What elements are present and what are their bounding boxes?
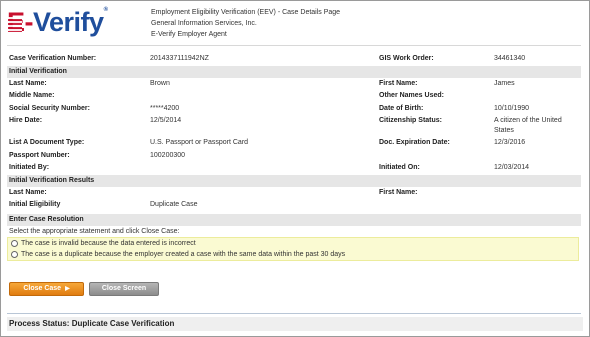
initiated-row: Initiated By: Initiated On: 12/03/2014 <box>7 162 581 175</box>
doc-expiration-value: 12/3/2016 <box>494 139 526 146</box>
first-name-value: James <box>494 79 515 87</box>
results-last-name-label: Last Name: <box>9 188 47 196</box>
dob-label: Date of Birth: <box>379 104 424 112</box>
case-number-value: 2014337111942NZ <box>150 55 209 62</box>
initial-eligibility-value: Duplicate Case <box>150 201 198 208</box>
citizenship-label: Citizenship Status: <box>379 117 443 124</box>
page-title: Employment Eligibility Verification (EEV… <box>151 9 341 16</box>
radio-button[interactable] <box>11 250 18 258</box>
resolution-options: The case is invalid because the data ent… <box>7 236 579 261</box>
close-case-button[interactable]: Close Case ▶ <box>9 282 84 296</box>
initial-verification-header: Initial Verification <box>7 65 581 78</box>
list-a-row: List A Document Type: U.S. Passport or P… <box>7 137 581 150</box>
header-info: Employment Eligibility Verification (EEV… <box>151 7 340 40</box>
ssn-row: Social Security Number: *****4200 Date o… <box>7 103 581 116</box>
resolution-instruction: Select the appropriate statement and cli… <box>9 227 180 235</box>
hire-date-value: 12/5/2014 <box>150 117 182 124</box>
process-status: Process Status: Duplicate Case Verificat… <box>7 317 583 331</box>
last-name-value: Brown <box>150 79 170 87</box>
option-label: The case is a duplicate because the empl… <box>21 250 346 258</box>
middle-name-row: Middle Name: Other Names Used: <box>7 90 581 103</box>
middle-name-label: Middle Name: <box>9 92 55 99</box>
ssn-value: *****4200 <box>150 104 180 112</box>
footer-divider <box>7 313 581 314</box>
citizenship-value-line2: States <box>494 127 514 134</box>
other-names-label: Other Names Used: <box>379 92 444 99</box>
list-a-value: U.S. Passport or Passport Card <box>150 139 249 146</box>
last-name-label: Last Name: <box>9 79 47 87</box>
e-verify-logo: E-Verify® <box>7 5 108 39</box>
gis-work-order-value: 34461340 <box>494 55 526 62</box>
passport-number-label: Passport Number: <box>9 151 70 159</box>
eligibility-row: Initial Eligibility Duplicate Case <box>7 199 581 212</box>
header-divider <box>7 45 581 46</box>
case-details: Case Verification Number: 2014337111942N… <box>7 53 581 261</box>
results-first-name-label: First Name: <box>379 188 418 196</box>
case-resolution-header: Enter Case Resolution <box>7 213 581 226</box>
company-name: General Information Services, Inc. <box>151 20 257 27</box>
hire-date-label: Hire Date: <box>9 117 43 124</box>
arrow-right-icon: ▶ <box>65 286 70 292</box>
case-details-window: E-Verify® Employment Eligibility Verific… <box>0 0 590 337</box>
passport-number-value: 100200300 <box>150 151 186 159</box>
ssn-label: Social Security Number: <box>9 104 90 112</box>
page-header: E-Verify® Employment Eligibility Verific… <box>1 1 589 45</box>
initiated-by-label: Initiated By: <box>9 164 50 171</box>
case-number-label: Case Verification Number: <box>9 55 97 62</box>
gis-work-order-label: GIS Work Order: <box>379 55 434 62</box>
initial-eligibility-label: Initial Eligibility <box>9 201 61 208</box>
dob-value: 10/10/1990 <box>494 104 530 112</box>
name-row: Last Name: Brown First Name: James <box>7 78 581 91</box>
resolution-option-invalid[interactable]: The case is invalid because the data ent… <box>8 238 578 249</box>
verification-results-header: Initial Verification Results <box>7 174 581 187</box>
results-name-row: Last Name: First Name: <box>7 187 581 200</box>
hire-date-row: Hire Date: 12/5/2014 Citizenship Status:… <box>7 115 581 137</box>
option-label: The case is invalid because the data ent… <box>21 239 196 247</box>
radio-button[interactable] <box>11 239 18 247</box>
list-a-label: List A Document Type: <box>9 139 85 146</box>
resolution-option-duplicate[interactable]: The case is a duplicate because the empl… <box>8 249 578 260</box>
doc-expiration-label: Doc. Expiration Date: <box>379 139 450 146</box>
agent-role: E-Verify Employer Agent <box>151 31 227 38</box>
close-screen-button[interactable]: Close Screen <box>89 282 159 296</box>
initiated-on-label: Initiated On: <box>379 164 420 171</box>
passport-row: Passport Number: 100200300 <box>7 150 581 163</box>
case-number-row: Case Verification Number: 2014337111942N… <box>7 53 581 66</box>
first-name-label: First Name: <box>379 79 418 87</box>
flag-stripes-icon <box>8 17 22 32</box>
initiated-on-value: 12/03/2014 <box>494 164 530 171</box>
